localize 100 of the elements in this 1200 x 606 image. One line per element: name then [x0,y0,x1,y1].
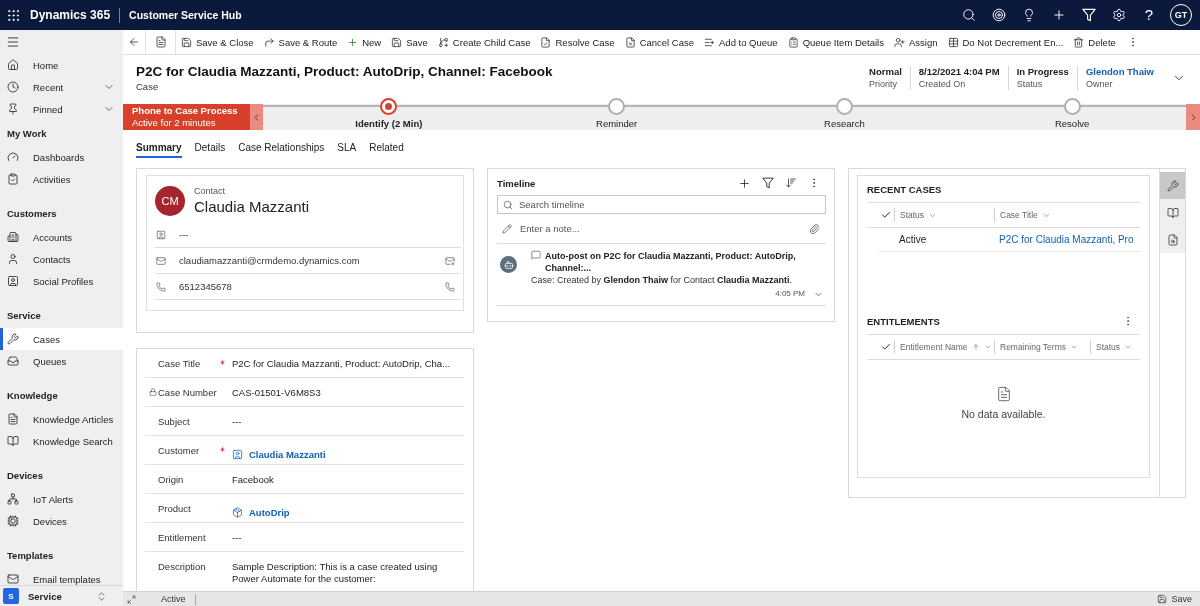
nav-item[interactable]: Queues [0,350,123,372]
process-stage[interactable]: Reminder [596,98,638,129]
document-icon [995,386,1012,402]
plus-icon[interactable] [738,176,751,190]
case-title-link[interactable]: P2C for Claudia Mazzanti, Pro [994,234,1134,245]
check-icon[interactable] [881,210,891,220]
nav-item[interactable]: IoT Alerts [0,488,123,510]
tab[interactable]: Case Relationships [238,139,325,158]
menu-icon[interactable] [6,35,20,49]
column-header[interactable]: Status [894,208,994,222]
nav-item[interactable]: Social Profiles [0,270,123,292]
save-icon [181,36,192,48]
command-button[interactable]: Save [386,30,433,54]
settings-icon[interactable] [1112,8,1126,22]
command-button[interactable]: Resolve Case [535,30,620,54]
tab[interactable]: Related [369,139,404,158]
product-name: Dynamics 365 [30,7,121,23]
process-banner[interactable]: Phone to Case Process Active for 2 minutes [123,104,250,130]
contact-card-icon [7,275,19,287]
command-button[interactable]: Save & Route [258,30,343,54]
inbox-icon [7,355,19,367]
nav-item[interactable]: Pinned [0,98,123,120]
command-button[interactable]: Assign [889,30,943,54]
area-switcher[interactable]: S Service [0,585,123,606]
contact-avatar: CM [155,186,185,216]
building-icon [7,231,19,243]
document-icon[interactable] [154,36,167,48]
filter-icon[interactable] [762,177,774,189]
clipboard-list-icon [787,36,799,48]
paperclip-icon[interactable] [809,223,820,235]
record-status: Active [161,593,196,605]
process-name: Phone to Case Process [132,105,238,117]
wrench-icon [1166,179,1179,192]
nav-item[interactable]: Recent [0,76,123,98]
command-button[interactable]: Create Child Case [432,30,536,54]
check-icon[interactable] [881,342,891,352]
nav-item[interactable]: Contacts [0,248,123,270]
lookup-link[interactable]: AutoDrip [249,506,290,519]
search-field[interactable]: Search timeline [497,195,826,214]
nav-item[interactable]: Knowledge Search [0,430,123,452]
command-button[interactable]: Queue Item Details [782,30,889,54]
back-arrow-icon[interactable] [128,36,140,48]
process-stage[interactable]: Research [824,98,865,129]
envelope-plus-icon[interactable] [445,255,455,266]
lookup-link[interactable]: Claudia Mazzanti [249,448,326,461]
envelope-icon [156,255,166,266]
command-button[interactable]: Delete [1068,30,1121,54]
nav-item[interactable]: Devices [0,510,123,532]
process-stage[interactable]: Identify (2 Min) [355,98,423,129]
search-icon[interactable] [962,8,976,22]
target-icon[interactable] [992,8,1006,22]
tab[interactable]: Details [194,139,226,158]
owner-link[interactable]: Glendon Thaiw [1085,66,1154,78]
nav-item[interactable]: Accounts [0,226,123,248]
plus-icon[interactable] [1052,8,1066,22]
nav-group-title: Customers [7,207,57,219]
stage-marker-icon [608,98,626,115]
column-header[interactable]: Remaining Terms [994,340,1090,354]
note-field[interactable]: Enter a note... [497,214,826,244]
tab[interactable]: SLA [337,139,357,158]
person-plus-icon [894,36,905,48]
command-button[interactable]: Add to Queue [699,30,783,54]
field-label: Case Number [158,387,217,399]
list-plus-icon [704,36,715,48]
contact-name[interactable]: Claudia Mazzanti [194,197,310,216]
nav-item[interactable]: Home [0,54,123,76]
sort-icon[interactable] [785,177,797,189]
nav-item[interactable]: Dashboards [0,146,123,168]
nav-item[interactable]: Cases [0,328,123,350]
command-button[interactable]: Do Not Decrement En... [942,30,1069,54]
command-button[interactable]: New [342,30,387,54]
phone-icon[interactable] [445,281,455,292]
column-header[interactable]: Entitlement Name [894,340,994,354]
field-label: Customer [158,445,200,457]
waffle-icon[interactable] [6,7,21,23]
column-header[interactable]: Status [1090,340,1140,354]
command-button[interactable]: Cancel Case [619,30,699,54]
expand-icon[interactable] [127,594,136,604]
process-stage[interactable]: Resolve [1054,98,1090,129]
app-name[interactable]: Customer Service Hub [129,9,242,21]
lightbulb-icon[interactable] [1022,8,1036,22]
nav-group-title: Devices [7,469,43,481]
phone-number: 6512345678 [179,281,232,292]
network-icon [7,493,19,505]
nav-item[interactable]: Email templates [0,568,123,585]
column-header[interactable]: Case Title [994,208,1140,222]
contact-card-icon [156,229,166,240]
wrench-icon [7,333,19,345]
tab[interactable]: Summary [136,139,182,158]
entry-time: 4:05 PM [775,288,805,300]
field-label: Entitlement [158,532,206,544]
field-value: CAS-01501-V6M8S3 [232,387,321,400]
save-button[interactable]: Save [1157,594,1192,604]
clipboard-icon [7,173,19,185]
command-button[interactable]: Save & Close [176,30,259,54]
trash-icon [1073,36,1085,48]
nav-item[interactable]: Knowledge Articles [0,408,123,430]
help-button[interactable]: ? [1142,6,1156,24]
nav-item[interactable]: Activities [0,168,123,190]
house-icon [7,59,19,71]
